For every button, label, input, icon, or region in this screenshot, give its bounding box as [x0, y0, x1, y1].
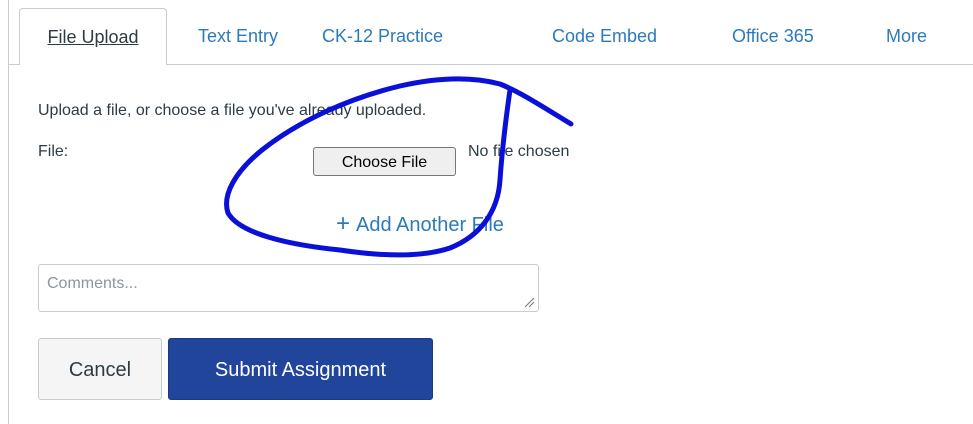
- no-file-chosen-text: No file chosen: [468, 143, 570, 160]
- tab-file-upload-label: File Upload: [47, 27, 139, 47]
- tab-ck12-practice[interactable]: CK-12 Practice: [322, 8, 443, 64]
- add-another-file-link[interactable]: + Add Another File: [336, 210, 504, 238]
- choose-file-button[interactable]: Choose File: [313, 147, 456, 176]
- plus-icon: +: [336, 210, 351, 237]
- tab-text-entry[interactable]: Text Entry: [198, 8, 278, 64]
- upload-instructions: Upload a file, or choose a file you've a…: [38, 102, 427, 119]
- tab-office-365[interactable]: Office 365: [732, 8, 814, 64]
- comments-field[interactable]: [38, 264, 539, 312]
- submit-assignment-button[interactable]: Submit Assignment: [168, 338, 433, 400]
- file-label: File:: [38, 143, 69, 160]
- tab-more[interactable]: More: [886, 8, 927, 64]
- add-another-file-label: Add Another File: [356, 214, 504, 236]
- tab-code-embed[interactable]: Code Embed: [552, 8, 657, 64]
- tab-file-upload[interactable]: File Upload: [19, 8, 167, 65]
- cancel-button[interactable]: Cancel: [38, 338, 162, 400]
- resize-grip-icon[interactable]: [523, 296, 535, 308]
- submission-type-tabs: File Upload Text Entry CK-12 Practice Co…: [9, 0, 973, 65]
